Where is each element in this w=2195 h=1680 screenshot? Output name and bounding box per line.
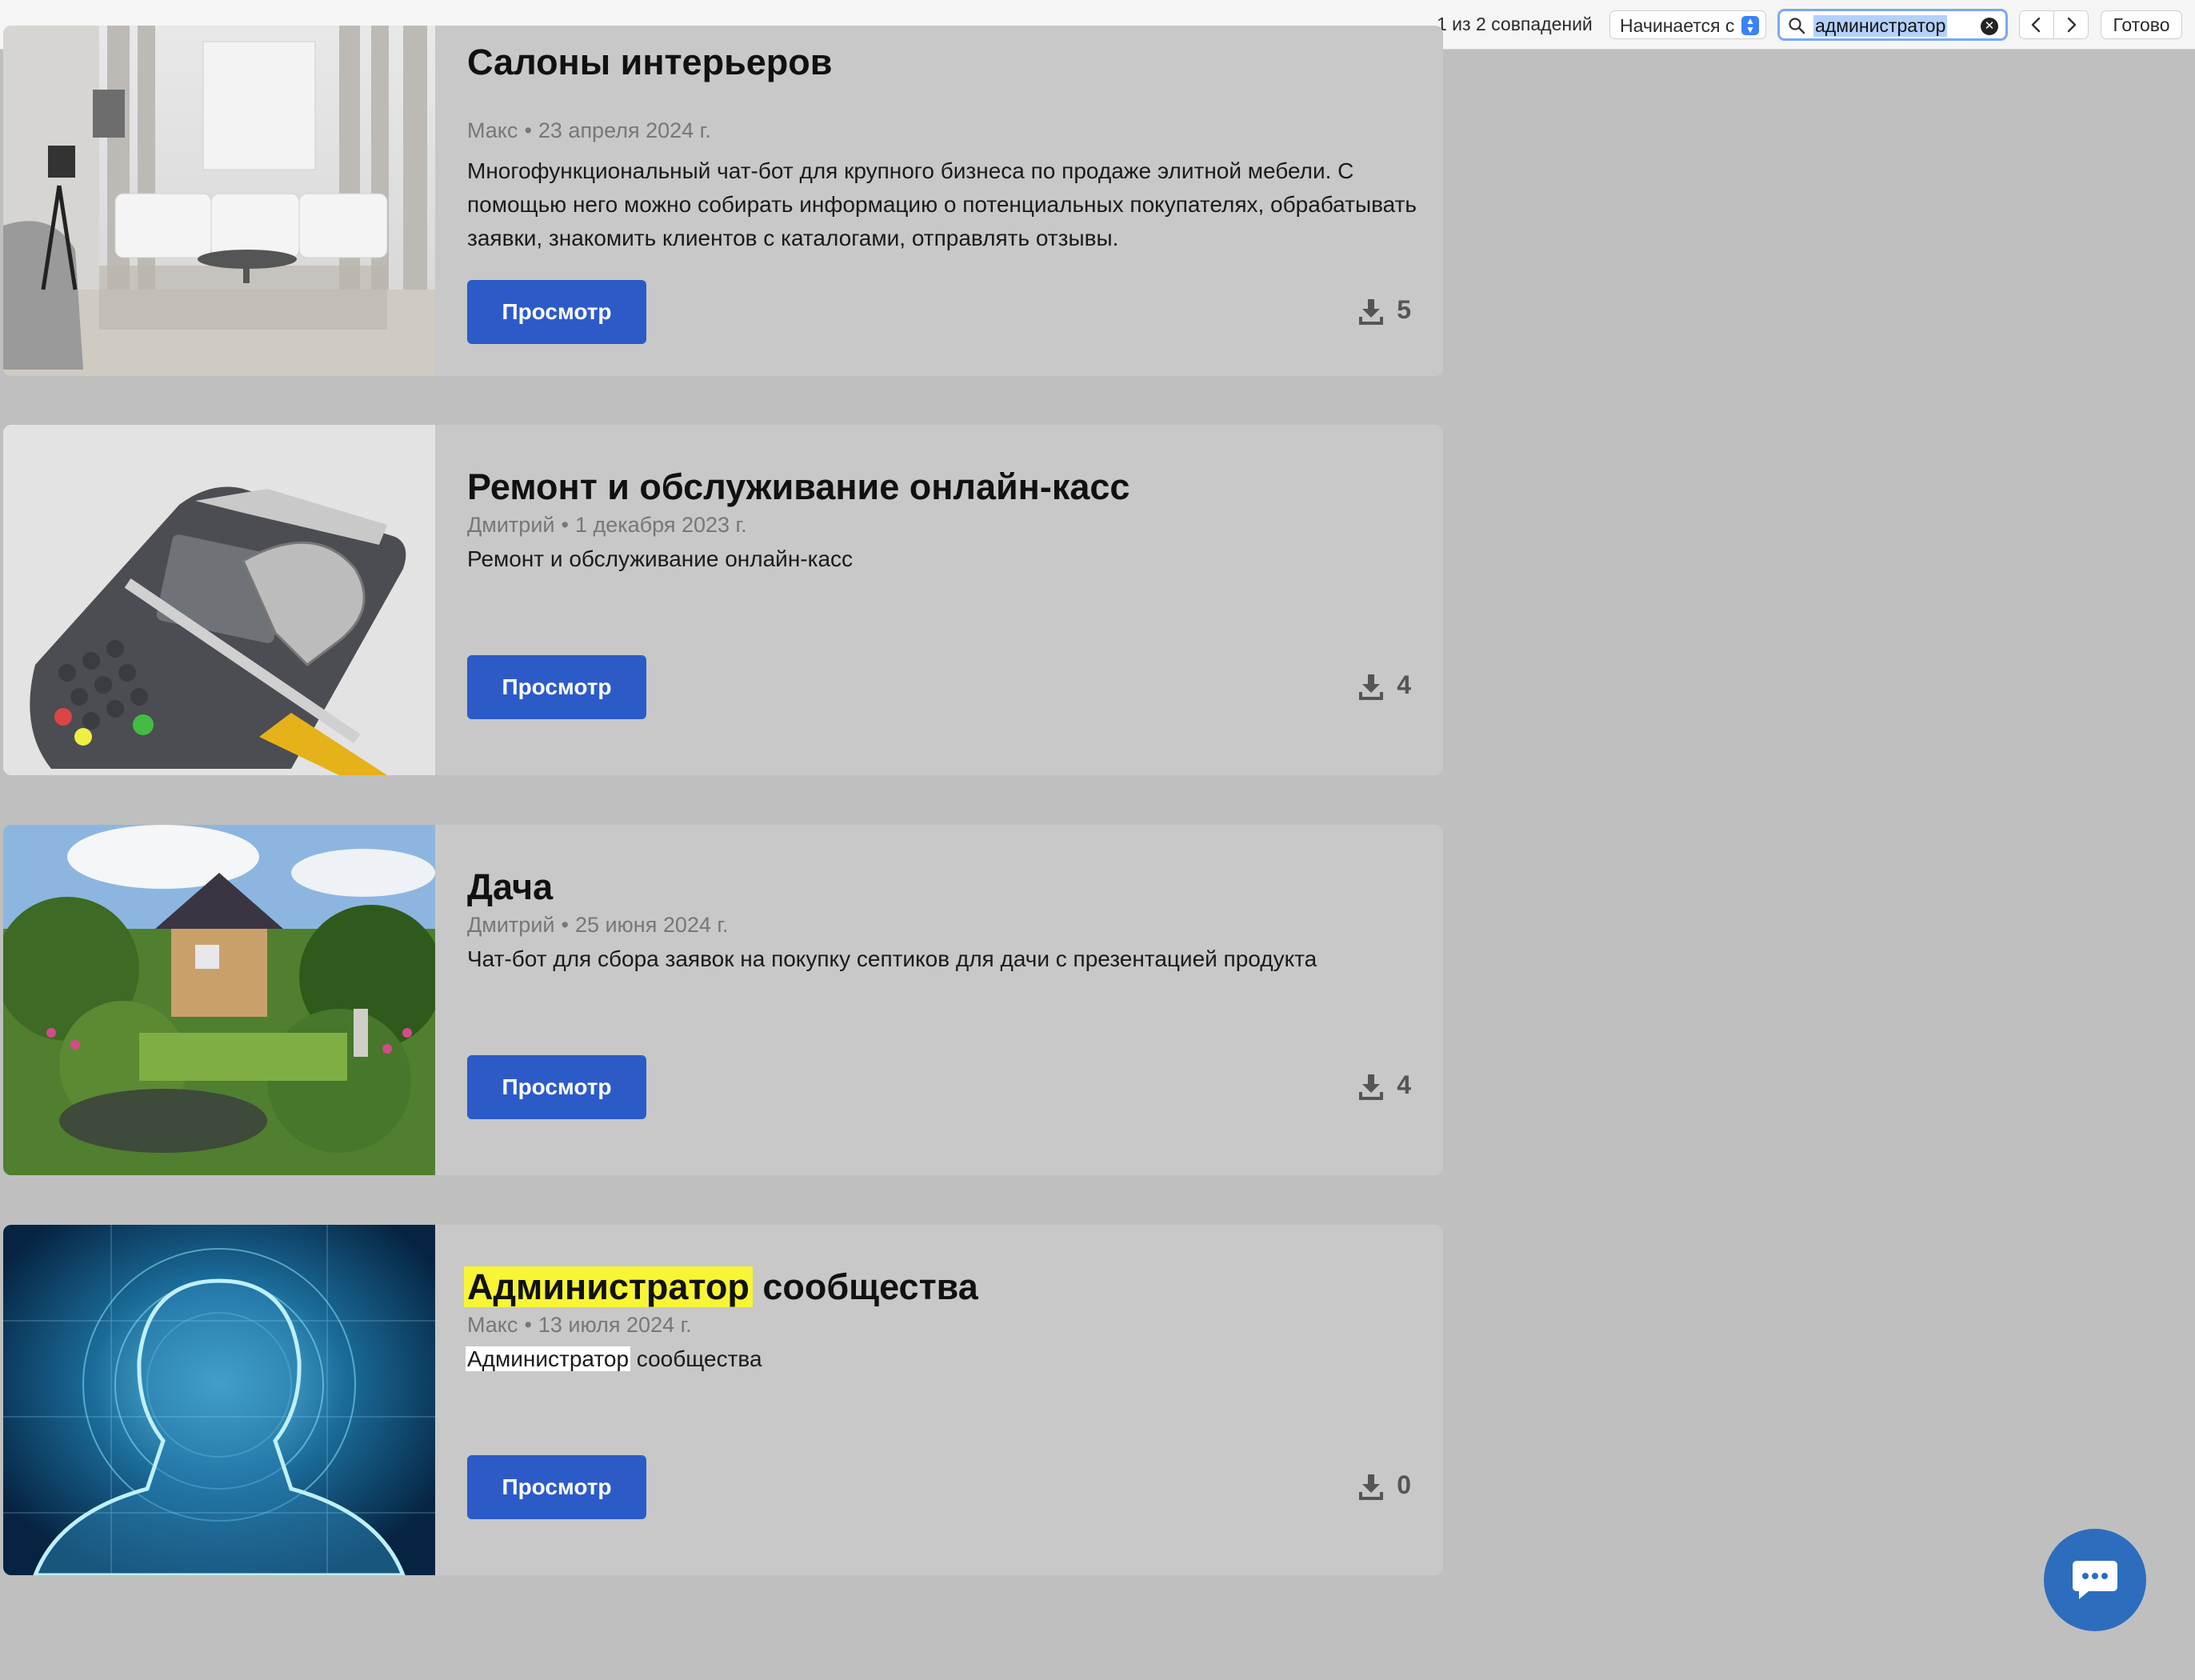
view-button[interactable]: Просмотр [467,1455,646,1519]
card-description: Администратор сообщества [466,1342,1427,1376]
card-meta: Дмитрий • 1 декабря 2023 г. [467,513,747,538]
chat-widget-button[interactable] [2044,1529,2146,1631]
meta-separator: • [524,118,532,142]
card-date: 1 декабря 2023 г. [574,513,747,537]
search-mode-select[interactable]: Начинается с ▲ ▼ [1609,10,1766,39]
card-title: Администратор сообщества [464,1266,978,1308]
match-count: 1 из 2 совпадений [1437,14,1593,34]
search-icon [1789,18,1805,34]
search-match-highlight: Администратор [464,1266,753,1307]
card-author: Макс [467,1313,518,1337]
meta-separator: • [524,1313,532,1337]
card-description: Ремонт и обслуживание онлайн-касс [467,546,854,571]
template-card: Салоны интерьеров Макс • 23 апреля 2024 г.… [3,26,1443,376]
previous-match-button[interactable] [2019,10,2054,39]
template-card: Ремонт и обслуживание онлайн-касс Дмитри… [3,425,1443,775]
interior-image [3,26,435,376]
find-search-field[interactable]: администратор ✕ [1777,9,2008,41]
chevron-left-icon [2031,17,2041,33]
card-description-rest: сообщества [630,1346,762,1371]
download-icon [1359,1474,1383,1500]
card-description: Многофункциональный чат-бот для крупного… [467,158,1417,250]
card-date: 13 июля 2024 г. [538,1313,692,1337]
meta-separator: • [561,913,569,937]
download-count-value: 4 [1397,1070,1411,1099]
find-search-input[interactable]: администратор [1813,15,1948,37]
template-card: Дача Дмитрий • 25 июня 2024 г. Чат-бот для… [3,825,1443,1175]
meta-separator: • [561,513,569,537]
card-meta: Макс • 23 апреля 2024 г. [467,118,711,143]
card-title: Дача [467,866,554,907]
done-button[interactable]: Готово [2101,10,2182,39]
download-icon [1359,1074,1383,1100]
card-title-rest: сообщества [752,1266,978,1307]
chevron-right-icon [2067,17,2077,33]
updown-chevron-icon: ▲ ▼ [1741,16,1759,35]
view-button[interactable]: Просмотр [467,1055,646,1119]
card-description: Чат-бот для сбора заявок на покупку септ… [467,946,1317,971]
card-author: Дмитрий [467,513,555,537]
view-button[interactable]: Просмотр [467,655,646,719]
download-count-value: 4 [1397,670,1411,699]
card-title: Ремонт и обслуживание онлайн-касс [467,466,1130,507]
card-date: 25 июня 2024 г. [574,913,729,937]
template-card: Администратор сообщества Макс • 13 июля 20… [3,1225,1443,1575]
download-count-value: 5 [1397,295,1411,324]
view-button[interactable]: Просмотр [467,280,646,344]
card-date: 23 апреля 2024 г. [538,118,711,142]
card-meta: Дмитрий • 25 июня 2024 г. [467,913,728,938]
download-count-value: 0 [1397,1470,1411,1499]
card-author: Дмитрий [467,913,555,937]
search-mode-label: Начинается с [1620,15,1735,36]
ai-head-image [3,1225,435,1575]
chat-bubble-icon [2073,1561,2117,1599]
next-match-button[interactable] [2053,10,2089,39]
download-icon [1359,299,1383,325]
card-author: Макс [467,118,518,142]
card-meta: Макс • 13 июля 2024 г. [467,1313,692,1338]
download-icon [1359,674,1383,700]
clear-icon[interactable]: ✕ [1981,18,1998,35]
dacha-garden-image [3,825,435,1175]
cash-register-repair-image [3,425,435,775]
card-title: Салоны интерьеров [467,42,833,82]
search-match-secondary: Администратор [466,1346,631,1371]
